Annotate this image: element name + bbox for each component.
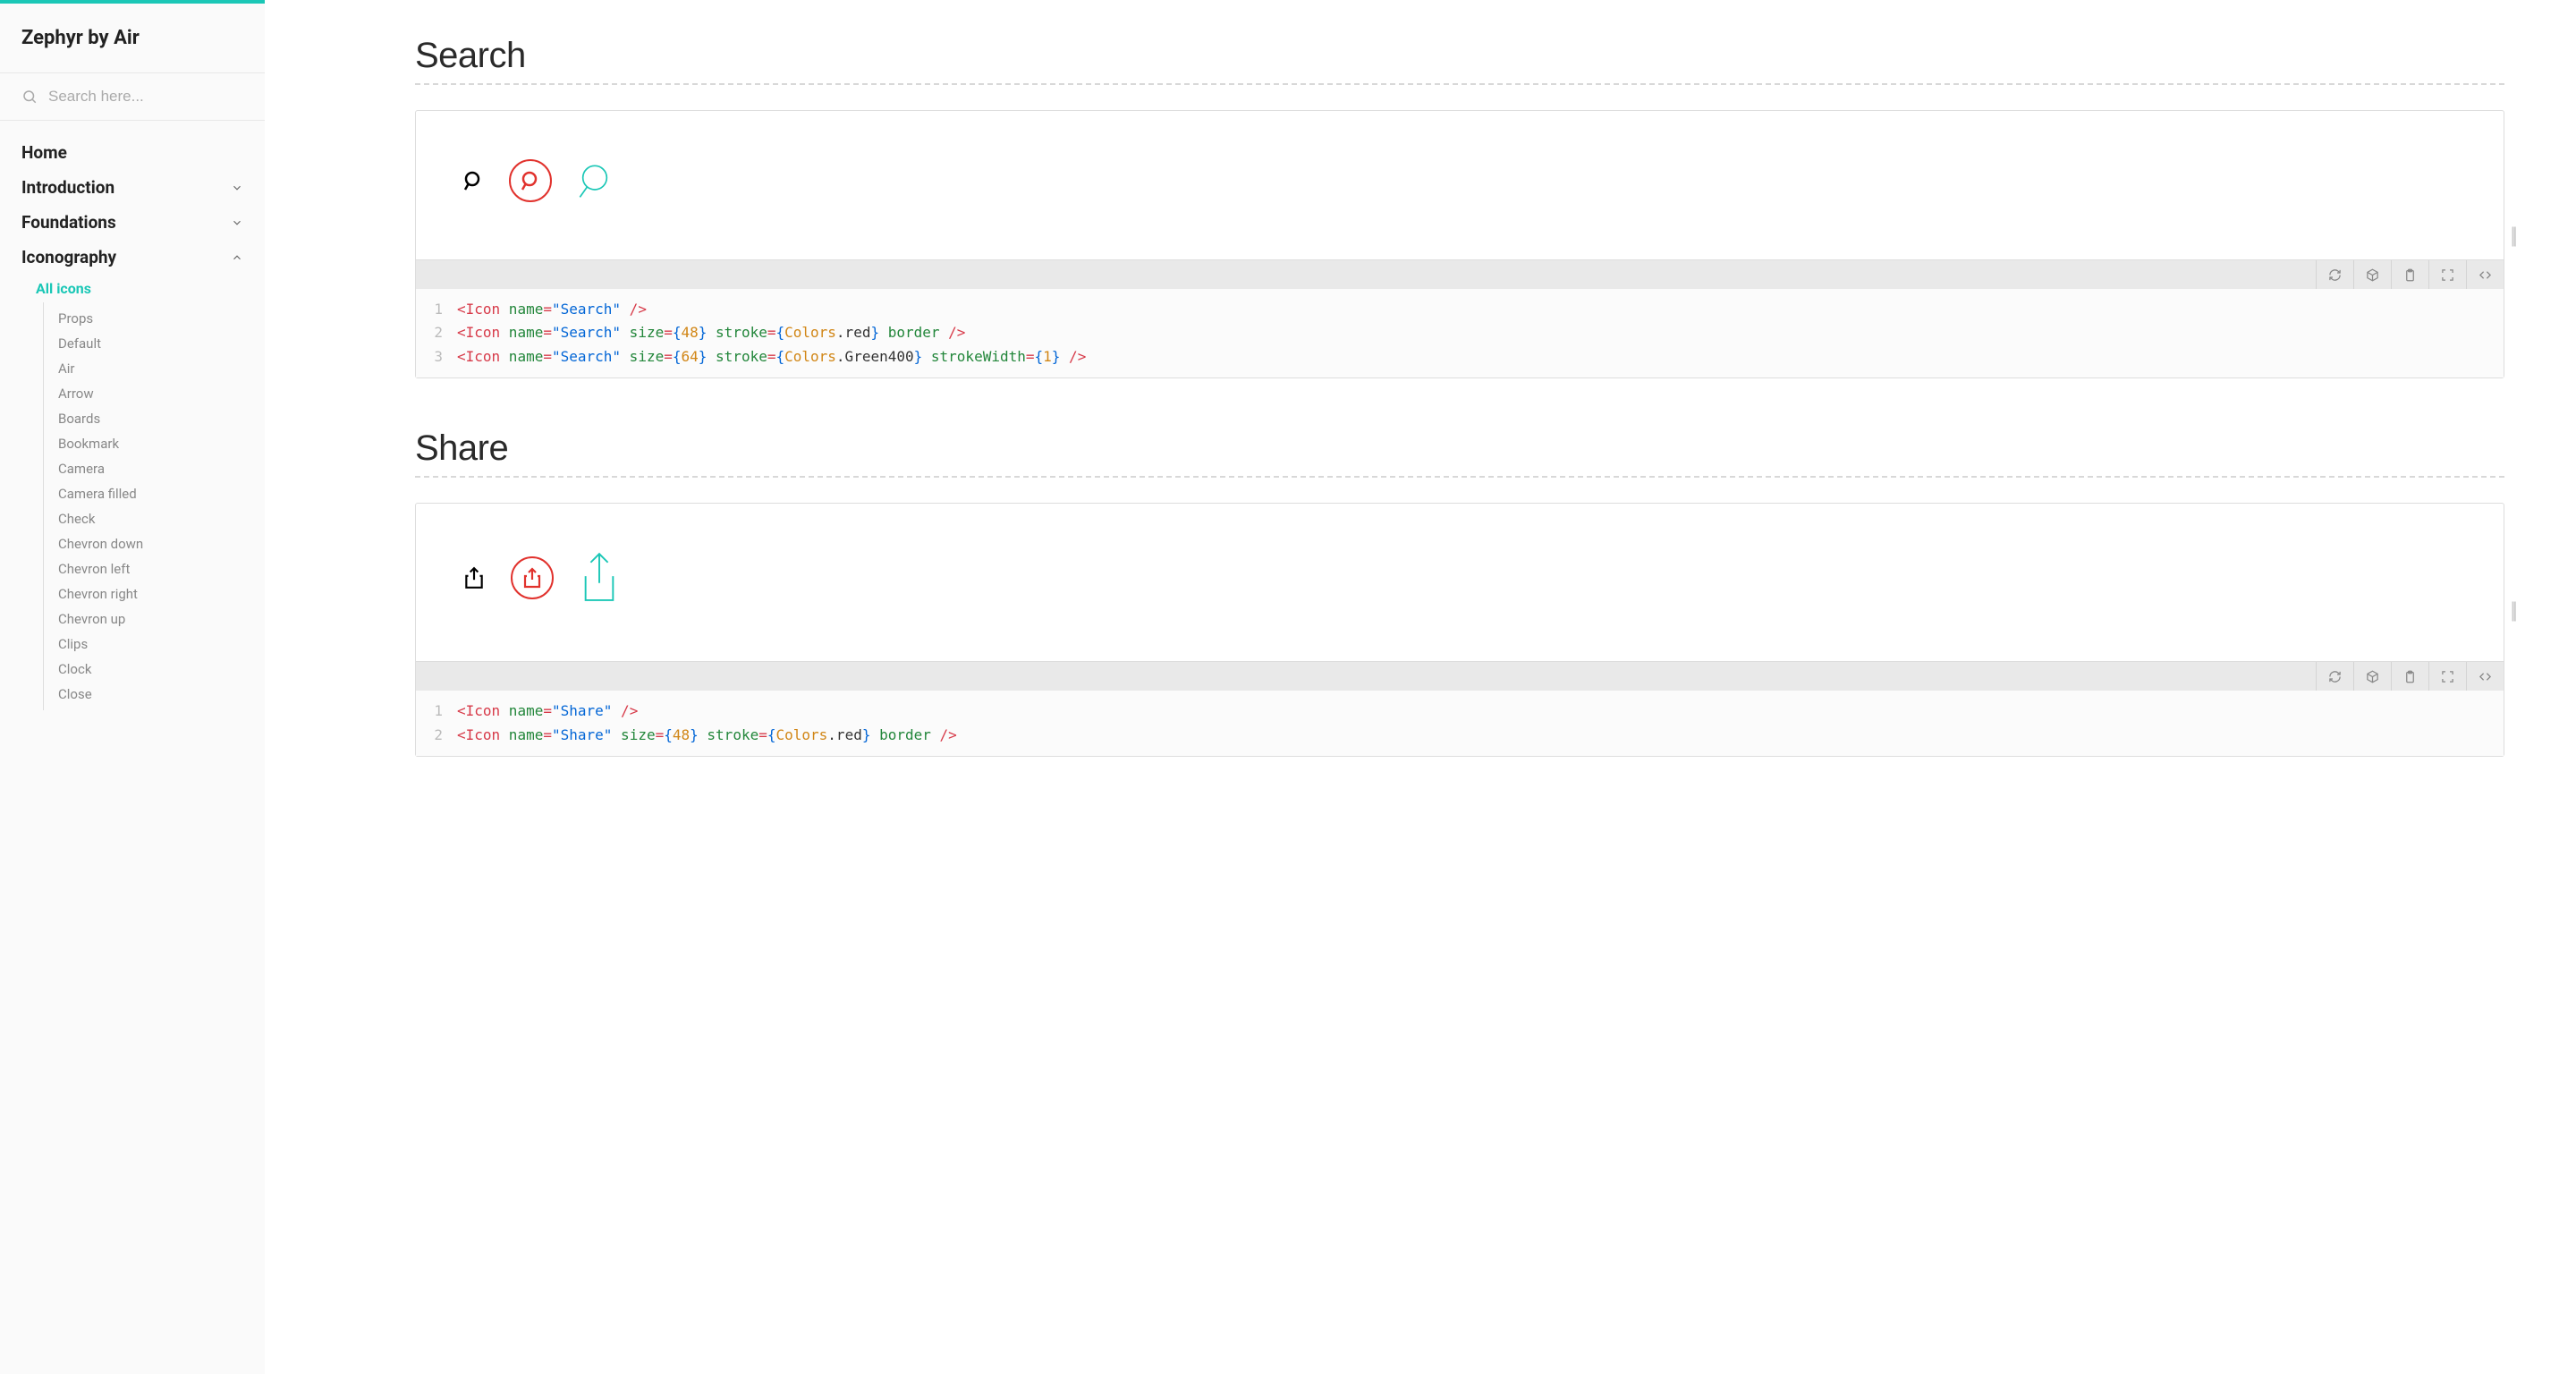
code-icon [2479, 670, 2492, 683]
box-icon [2366, 268, 2379, 282]
nav-leaf-item[interactable]: Air [44, 356, 265, 381]
nav-label: Home [21, 142, 67, 163]
nav-leaf-item[interactable]: Arrow [44, 381, 265, 406]
refresh-button[interactable] [2316, 260, 2353, 289]
brand-title[interactable]: Zephyr by Air [0, 4, 265, 72]
nav-home[interactable]: Home [0, 135, 265, 170]
nav-leaf-item[interactable]: Bookmark [44, 431, 265, 456]
preview-row [416, 111, 2504, 259]
nav-label: Foundations [21, 212, 116, 233]
nav-leaf-item[interactable]: Chevron left [44, 556, 265, 581]
share-icon-default [462, 566, 486, 589]
title-divider [415, 476, 2504, 478]
box-icon [2366, 670, 2379, 683]
example-share: || 1<Icon name="Share" />2<Icon name="Sh… [415, 503, 2504, 757]
nav-label: Iconography [21, 247, 116, 267]
nav-leaf-item[interactable]: Clips [44, 632, 265, 657]
title-divider [415, 83, 2504, 85]
section-title-search: Search [415, 36, 2504, 76]
code-toggle-button[interactable] [2466, 662, 2504, 691]
refresh-icon [2328, 268, 2342, 282]
nav-leaf-item[interactable]: Chevron right [44, 581, 265, 606]
share-icon-red-border [511, 556, 554, 599]
search-input[interactable] [48, 88, 243, 106]
clipboard-icon [2403, 268, 2417, 282]
drag-handle-icon[interactable]: || [2510, 223, 2514, 250]
refresh-button[interactable] [2316, 662, 2353, 691]
search-icon-default [462, 170, 484, 191]
chevron-up-icon [231, 251, 243, 264]
nav-leaf-item[interactable]: Camera [44, 456, 265, 481]
search-icon [21, 89, 38, 105]
code-block-share[interactable]: 1<Icon name="Share" />2<Icon name="Share… [416, 691, 2504, 756]
drag-handle-icon[interactable]: || [2510, 598, 2514, 624]
code-toggle-button[interactable] [2466, 260, 2504, 289]
clipboard-icon [2403, 670, 2417, 683]
fullscreen-icon [2441, 268, 2454, 282]
code-block-search[interactable]: 1<Icon name="Search" />2<Icon name="Sear… [416, 289, 2504, 377]
example-search: || 1<Icon name="Search" />2<Icon name="S… [415, 110, 2504, 378]
nav-leaf-item[interactable]: Props [44, 306, 265, 331]
code-toolbar [416, 259, 2504, 289]
nav-introduction[interactable]: Introduction [0, 170, 265, 205]
sidebar: Zephyr by Air Home Introduction Foundati… [0, 0, 265, 1374]
chevron-down-icon [231, 182, 243, 194]
copy-button[interactable] [2391, 260, 2428, 289]
nav-leaf-item[interactable]: Boards [44, 406, 265, 431]
nav-leaf-item[interactable]: Camera filled [44, 481, 265, 506]
copy-button[interactable] [2391, 662, 2428, 691]
nav-leaf-list: PropsDefaultAirArrowBoardsBookmarkCamera… [43, 302, 265, 710]
search-icon-green-large [577, 163, 613, 199]
fullscreen-icon [2441, 670, 2454, 683]
search-container [0, 73, 265, 121]
preview-row [416, 504, 2504, 661]
nav-leaf-item[interactable]: Chevron down [44, 531, 265, 556]
sandbox-button[interactable] [2353, 260, 2391, 289]
code-toolbar [416, 661, 2504, 691]
search-icon-red-border [509, 159, 552, 202]
code-icon [2479, 268, 2492, 282]
nav-all-icons[interactable]: All icons [0, 275, 265, 302]
nav-iconography[interactable]: Iconography [0, 240, 265, 275]
nav-leaf-item[interactable]: Chevron up [44, 606, 265, 632]
sidebar-nav: Home Introduction Foundations Iconograph… [0, 121, 265, 725]
refresh-icon [2328, 670, 2342, 683]
nav-leaf-item[interactable]: Default [44, 331, 265, 356]
nav-leaf-item[interactable]: Close [44, 682, 265, 707]
fullscreen-button[interactable] [2428, 260, 2466, 289]
section-title-share: Share [415, 428, 2504, 469]
nav-foundations[interactable]: Foundations [0, 205, 265, 240]
nav-leaf-item[interactable]: Clock [44, 657, 265, 682]
main-content: Search || 1<Icon name="Search" />2<Icon … [265, 0, 2576, 1374]
sandbox-button[interactable] [2353, 662, 2391, 691]
chevron-down-icon [231, 216, 243, 229]
nav-label: Introduction [21, 177, 114, 198]
fullscreen-button[interactable] [2428, 662, 2466, 691]
share-icon-green-large [579, 552, 620, 604]
nav-sublist: All icons [0, 275, 265, 302]
nav-leaf-item[interactable]: Check [44, 506, 265, 531]
